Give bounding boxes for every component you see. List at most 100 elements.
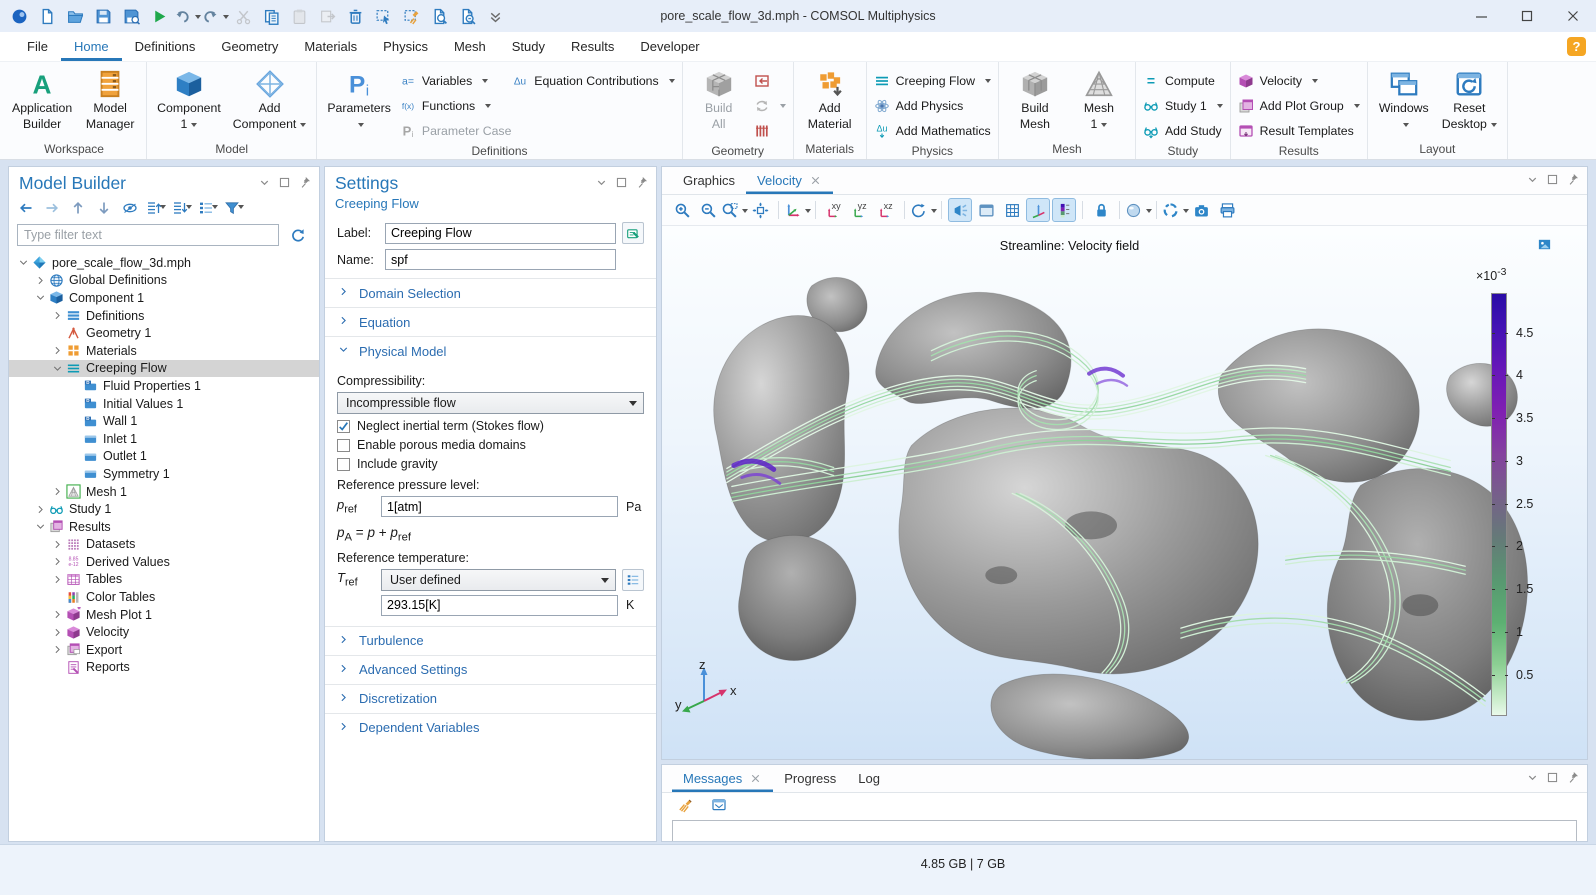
clear-selection-button[interactable] [398,4,424,28]
tree-item-color-tables[interactable]: Color Tables [9,588,319,606]
section-equation[interactable]: Equation [325,307,656,336]
expand-node-icon[interactable] [49,538,65,551]
ribbon-button-compute[interactable]: =Compute [1141,68,1217,93]
section-turbulence[interactable]: Turbulence [325,626,656,655]
tree-item-symmetry-1[interactable]: Symmetry 1 [9,465,319,483]
tree-item-mesh-1[interactable]: Mesh 1 [9,483,319,501]
view-xz-button[interactable]: xz [874,198,898,222]
go-forward-button[interactable] [41,197,63,219]
panel-menu-button[interactable] [1526,771,1539,787]
run-button[interactable] [146,4,172,28]
tree-item-derived-values[interactable]: 8.85e-12Derived Values [9,553,319,571]
section-advanced-settings[interactable]: Advanced Settings [325,655,656,684]
filter-input[interactable] [17,224,279,246]
tree-item-datasets[interactable]: Datasets [9,536,319,554]
copy-button[interactable] [258,4,284,28]
print-button[interactable] [1215,198,1239,222]
scene-light-button[interactable] [948,198,972,222]
messages-tab-log[interactable]: Log [847,765,891,792]
tree-item-outlet-1[interactable]: Outlet 1 [9,448,319,466]
checkbox-neglect-inertial-term-stokes-flow[interactable]: Neglect inertial term (Stokes flow) [337,419,644,433]
ribbon-button-mesh-1[interactable]: Mesh 1 [1068,65,1130,133]
axis-orientation-button[interactable] [1026,198,1050,222]
menu-tab-physics[interactable]: Physics [370,32,441,61]
tree-item-initial-values-1[interactable]: DInitial Values 1 [9,395,319,413]
toolbar-more-button[interactable] [482,4,508,28]
ribbon-button-add-physics[interactable]: Add Physics [872,93,966,118]
panel-menu-button[interactable] [258,176,271,192]
tree-item-reports[interactable]: Reports [9,659,319,677]
pin-panel-button[interactable] [1566,771,1579,787]
environment-button[interactable] [974,198,998,222]
zoom-extents-button[interactable] [748,198,772,222]
tree-item-geometry-1[interactable]: Geometry 1 [9,324,319,342]
refresh-icon[interactable] [285,223,311,247]
float-panel-button[interactable] [615,176,628,192]
tree-item-wall-1[interactable]: DWall 1 [9,412,319,430]
plot-canvas[interactable]: Streamline: Velocity field ×10-3 4.543.5… [662,226,1587,759]
ribbon-button-velocity[interactable]: Velocity [1236,68,1320,93]
ribbon-button-build-mesh[interactable]: Build Mesh [1004,65,1066,133]
pin-panel-button[interactable] [1566,173,1579,189]
expand-node-icon[interactable] [49,608,65,621]
open-message-window-button[interactable] [706,793,732,817]
checkbox-include-gravity[interactable]: Include gravity [337,457,644,471]
view-yz-button[interactable]: yz [848,198,872,222]
menu-tab-home[interactable]: Home [61,32,122,61]
expand-node-icon[interactable] [32,274,48,287]
menu-tab-file[interactable]: File [14,32,61,61]
clear-messages-button[interactable] [672,793,698,817]
snapshot-button[interactable] [1189,198,1213,222]
expand-node-icon[interactable] [49,485,65,498]
expand-tree-button[interactable] [145,197,167,219]
ribbon-button-result-templates[interactable]: Result Templates [1236,118,1356,143]
collapse-node-icon[interactable] [49,362,65,375]
lock-axis-button[interactable] [1089,198,1113,222]
menu-tab-definitions[interactable]: Definitions [122,32,209,61]
menu-tab-results[interactable]: Results [558,32,627,61]
move-up-button[interactable] [67,197,89,219]
expand-node-icon[interactable] [49,626,65,639]
menu-tab-developer[interactable]: Developer [627,32,712,61]
move-down-button[interactable] [93,197,115,219]
zoom-in-button[interactable] [670,198,694,222]
ribbon-button-variables[interactable]: a=Variables [398,68,490,93]
tree-item-creeping-flow[interactable]: Creeping Flow [9,360,319,378]
color-legend-button[interactable] [1052,198,1076,222]
find-button[interactable] [426,4,452,28]
tree-item-study-1[interactable]: Study 1 [9,500,319,518]
reference-temperature-select[interactable]: User defined [381,569,616,591]
tree-item-tables[interactable]: Tables [9,571,319,589]
graphics-tab-graphics[interactable]: Graphics [672,167,746,194]
expand-node-icon[interactable] [49,555,65,568]
ribbon-button-reset-desktop[interactable]: Reset Desktop [1437,65,1502,133]
pin-panel-button[interactable] [298,176,311,192]
collapse-tree-button[interactable] [171,197,193,219]
float-panel-button[interactable] [278,176,291,192]
tree-item-component-1[interactable]: Component 1 [9,289,319,307]
ribbon-button-component-1[interactable]: Component 1 [152,65,226,133]
delete-button[interactable] [342,4,368,28]
section-domain-selection[interactable]: Domain Selection [325,278,656,307]
collapse-node-icon[interactable] [32,520,48,533]
expand-node-icon[interactable] [49,344,65,357]
view-xy-button[interactable]: xy [822,198,846,222]
go-to-source-button[interactable] [622,569,644,591]
compressibility-select[interactable]: Incompressible flow [337,392,644,414]
redo-button[interactable] [202,4,228,28]
menu-tab-materials[interactable]: Materials [291,32,370,61]
ribbon-button-equation-contributions[interactable]: ΔuEquation Contributions [510,68,676,93]
go-to-source-button[interactable] [454,4,480,28]
menu-tab-study[interactable]: Study [499,32,558,61]
menu-tab-mesh[interactable]: Mesh [441,32,499,61]
go-back-button[interactable] [15,197,37,219]
save-button[interactable] [90,4,116,28]
panel-menu-button[interactable] [595,176,608,192]
appearance-button[interactable] [1126,198,1150,222]
default-3d-view-button[interactable] [785,198,809,222]
rotate-view-button[interactable] [911,198,935,222]
zoom-box-button[interactable] [722,198,746,222]
collapse-node-icon[interactable] [32,291,48,304]
save-as-button[interactable] [118,4,144,28]
panel-menu-button[interactable] [1526,173,1539,189]
